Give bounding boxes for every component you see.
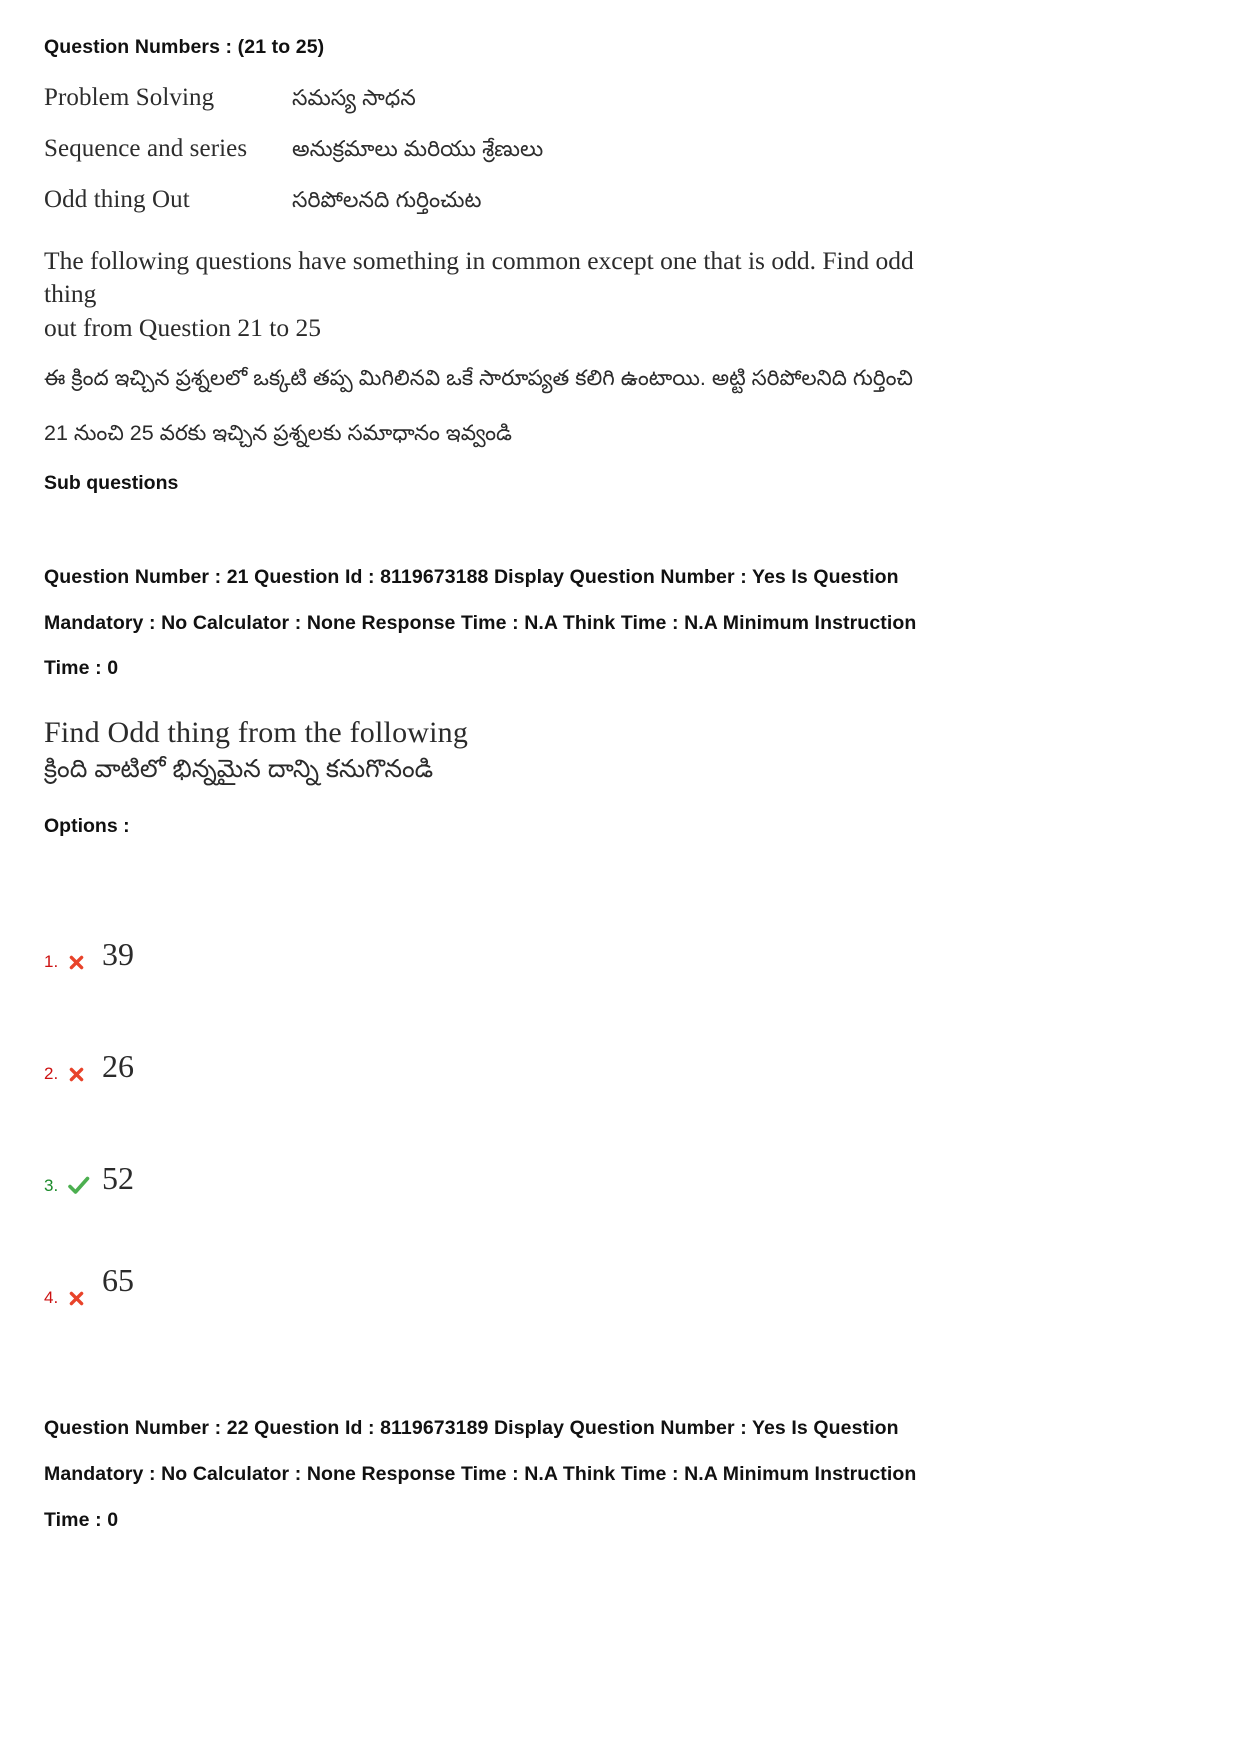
instruction-te-line1: ఈ క్రింద ఇచ్చిన ప్రశ్నలలో ఒక్కటి తప్ప మి… [44,366,913,391]
question-meta-line: Question Number : 21 Question Id : 81196… [44,565,899,588]
topic-telugu: సరిపోలనది గుర్తించుట [292,186,482,212]
option-text: 65 [102,1262,134,1299]
topic-english: Sequence and series [44,134,248,162]
option-row[interactable]: 3. 52 [44,1084,1196,1196]
topic-english: Problem Solving [44,83,215,111]
instruction-en-line2: out from Question 21 to 25 [44,313,321,343]
option-number: 3. [44,1176,59,1196]
question-meta-line: Time : 0 [44,657,119,680]
options-label: Options : [44,815,130,838]
stem-telugu: క్రింది వాటిలో భిన్నమైన దాన్ని కనుగొనండి [44,754,434,783]
option-text: 26 [102,1048,134,1085]
document-page: Question Numbers : (21 to 25) Problem So… [0,0,1240,1755]
check-icon [68,1176,96,1196]
question-meta-line: Mandatory : No Calculator : None Respons… [44,1462,917,1485]
option-row[interactable]: 4. 65 [44,1196,1196,1308]
option-number: 4. [44,1288,59,1308]
page-title: Question Numbers : (21 to 25) [44,36,325,58]
question-22-meta: Question Number : 22 Question Id : 81196… [44,1406,1089,1543]
option-text: 39 [102,936,134,973]
question-meta-line: Question Number : 22 Question Id : 81196… [44,1417,899,1440]
instructions-block: The following questions have something i… [44,244,924,346]
topic-telugu: సమస్య సాధన [292,84,416,110]
topic-english: Odd thing Out [44,185,190,213]
stem-english: Find Odd thing from the following [44,716,469,750]
question-meta-line: Time : 0 [44,1508,119,1531]
question-21-stem: Find Odd thing from the following క్రింద… [44,716,1196,785]
cross-icon [68,1066,96,1084]
instruction-en-line1: The following questions have something i… [44,245,914,309]
topics-table: Problem Solving సమస్య సాధన Sequence and … [44,84,1196,218]
cross-icon [68,954,96,972]
topic-row: Odd thing Out సరిపోలనది గుర్తించుట [44,186,1196,218]
option-row[interactable]: 1. 39 [44,860,1196,972]
sub-questions-label: Sub questions [44,471,179,494]
option-number: 2. [44,1064,59,1084]
cross-icon [68,1290,96,1308]
option-number: 1. [44,952,59,972]
option-row[interactable]: 2. 26 [44,972,1196,1084]
topic-row: Sequence and series అనుక్రమాలు మరియు శ్ర… [44,135,1196,167]
instruction-te-line2: 21 నుంచి 25 వరకు ఇచ్చిన ప్రశ్నలకు సమాధాన… [44,420,512,445]
question-meta-line: Mandatory : No Calculator : None Respons… [44,611,917,634]
option-text: 52 [102,1160,134,1197]
topic-telugu: అనుక్రమాలు మరియు శ్రేణులు [292,135,544,161]
options-list: 1. 39 2. 26 3. 52 4. 65 [44,860,1196,1308]
question-21-meta: Question Number : 21 Question Id : 81196… [44,555,1089,692]
topic-row: Problem Solving సమస్య సాధన [44,84,1196,116]
